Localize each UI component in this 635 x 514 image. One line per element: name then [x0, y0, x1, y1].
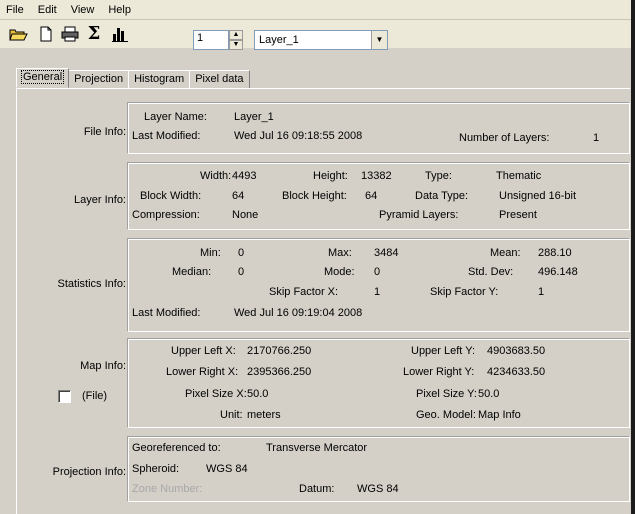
compression-value: None [232, 209, 259, 221]
projection-info-group: Georeferenced to: Transverse Mercator Sp… [127, 436, 630, 502]
stepper-up-icon[interactable]: ▲ [229, 30, 243, 40]
window-edge [631, 0, 635, 514]
median-value: 0 [238, 266, 245, 278]
tab-general[interactable]: General [16, 68, 70, 88]
sigma-icon[interactable]: Σ [84, 24, 104, 44]
block-width-label: Block Width: [140, 190, 202, 202]
file-checkbox[interactable] [58, 390, 71, 403]
compression-label: Compression: [132, 209, 200, 221]
statistics-info-group: Min: 0 Max: 3484 Mean: 288.10 Median: 0 … [127, 238, 630, 332]
lower-right-y-label: Lower Right Y: [403, 366, 475, 378]
geo-model-value: Map Info [478, 409, 521, 421]
projection-info-label: Projection Info: [52, 466, 126, 478]
std-dev-value: 496.148 [538, 266, 578, 278]
layer-name-value: Layer_1 [234, 111, 274, 123]
lower-right-x-value: 2395366.250 [247, 366, 312, 378]
menu-help[interactable]: Help [108, 4, 131, 16]
histogram-icon[interactable] [110, 24, 130, 44]
type-label: Type: [425, 170, 452, 182]
upper-left-x-label: Upper Left X: [171, 345, 236, 357]
width-label: Width: [200, 170, 232, 182]
map-info-group: Upper Left X: 2170766.250 Upper Left Y: … [127, 338, 630, 428]
mode-value: 0 [374, 266, 381, 278]
lower-right-y-value: 4234633.50 [487, 366, 546, 378]
mode-label: Mode: [324, 266, 355, 278]
datum-value: WGS 84 [357, 483, 399, 495]
file-checkbox-label: (File) [82, 390, 108, 402]
layer-number-input[interactable]: 1 [193, 30, 229, 50]
new-document-icon[interactable] [36, 24, 56, 44]
max-label: Max: [328, 247, 352, 259]
max-value: 3484 [374, 247, 399, 259]
min-value: 0 [238, 247, 245, 259]
pyramid-layers-label: Pyramid Layers: [379, 209, 459, 221]
map-info-label: Map Info: [80, 360, 126, 372]
georeferenced-to-label: Georeferenced to: [132, 442, 221, 454]
georeferenced-to-value: Transverse Mercator [266, 442, 368, 454]
tab-strip: General Projection Histogram Pixel data [16, 68, 250, 88]
mean-label: Mean: [490, 247, 521, 259]
zone-number-label: Zone Number: [132, 483, 203, 495]
chevron-down-icon[interactable]: ▼ [371, 31, 387, 49]
block-width-value: 64 [232, 190, 245, 202]
number-of-layers-label: Number of Layers: [459, 132, 550, 144]
pyramid-layers-value: Present [499, 209, 537, 221]
pixel-size-y-value: 50.0 [478, 388, 500, 400]
menu-view[interactable]: View [71, 4, 95, 16]
skip-factor-y-value: 1 [538, 286, 545, 298]
stepper-down-icon[interactable]: ▼ [229, 40, 243, 50]
upper-left-x-value: 2170766.250 [247, 345, 312, 357]
tab-histogram[interactable]: Histogram [128, 70, 191, 88]
height-label: Height: [313, 170, 348, 182]
width-value: 4493 [232, 170, 257, 182]
stats-last-modified-label: Last Modified: [132, 307, 201, 319]
spheroid-label: Spheroid: [132, 463, 180, 475]
number-of-layers-value: 1 [593, 132, 600, 144]
height-value: 13382 [361, 170, 392, 182]
skip-factor-x-label: Skip Factor X: [269, 286, 339, 298]
median-label: Median: [172, 266, 212, 278]
unit-label: Unit: [220, 409, 243, 421]
layer-name-label: Layer Name: [144, 111, 207, 123]
stats-last-modified-value: Wed Jul 16 09:19:04 2008 [234, 307, 363, 319]
std-dev-label: Std. Dev: [468, 266, 514, 278]
mean-value: 288.10 [538, 247, 572, 259]
datum-label: Datum: [299, 483, 335, 495]
type-value: Thematic [496, 170, 542, 182]
menu-file[interactable]: File [6, 4, 24, 16]
file-info-group: Layer Name: Layer_1 Last Modified: Wed J… [127, 102, 630, 154]
lower-right-x-label: Lower Right X: [166, 366, 239, 378]
tab-projection[interactable]: Projection [68, 70, 130, 88]
tab-pixel-data[interactable]: Pixel data [189, 70, 250, 88]
pixel-size-y-label: Pixel Size Y: [416, 388, 477, 400]
upper-left-y-label: Upper Left Y: [411, 345, 476, 357]
geo-model-label: Geo. Model: [416, 409, 476, 421]
upper-left-y-value: 4903683.50 [487, 345, 546, 357]
file-info-label: File Info: [83, 126, 126, 138]
unit-value: meters [247, 409, 281, 421]
skip-factor-y-label: Skip Factor Y: [430, 286, 499, 298]
file-last-modified-label: Last Modified: [132, 130, 201, 142]
layer-info-label: Layer Info: [74, 194, 126, 206]
menu-bar: File Edit View Help [0, 0, 635, 20]
layer-number-stepper[interactable]: ▲ ▼ [229, 30, 243, 50]
skip-factor-x-value: 1 [374, 286, 381, 298]
data-type-value: Unsigned 16-bit [499, 190, 577, 202]
pixel-size-x-value: 50.0 [247, 388, 269, 400]
layer-select[interactable]: Layer_1 ▼ [254, 30, 388, 50]
layer-select-value: Layer_1 [259, 34, 299, 46]
print-icon[interactable] [60, 24, 80, 44]
block-height-value: 64 [365, 190, 378, 202]
open-folder-icon[interactable] [8, 24, 28, 44]
statistics-info-label: Statistics Info: [57, 278, 126, 290]
pixel-size-x-label: Pixel Size X: [185, 388, 247, 400]
min-label: Min: [200, 247, 221, 259]
block-height-label: Block Height: [282, 190, 347, 202]
spheroid-value: WGS 84 [206, 463, 248, 475]
data-type-label: Data Type: [415, 190, 468, 202]
layer-info-group: Width: 4493 Height: 13382 Type: Thematic… [127, 162, 630, 230]
file-last-modified-value: Wed Jul 16 09:18:55 2008 [234, 130, 363, 142]
menu-edit[interactable]: Edit [38, 4, 57, 16]
